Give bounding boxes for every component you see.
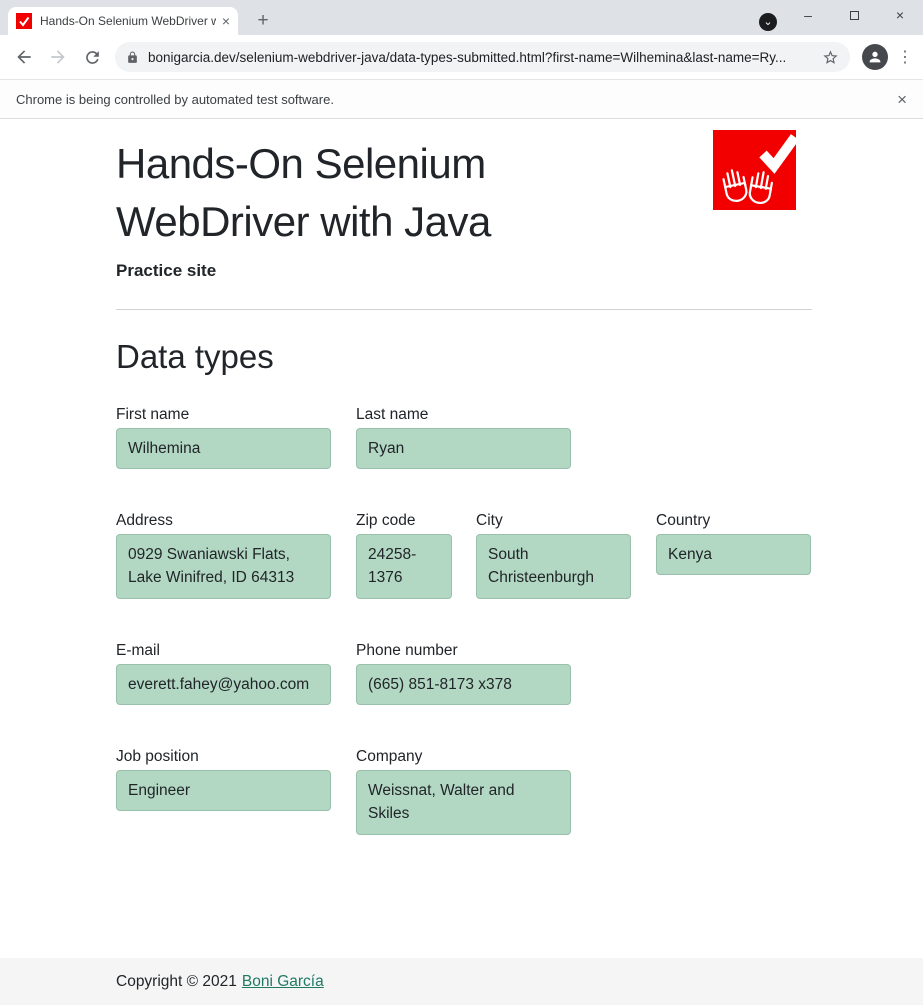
field-group: Zip code 24258-1376 (356, 511, 452, 599)
browser-status-button[interactable]: ⌄ (759, 13, 777, 31)
forward-arrow-icon (48, 47, 68, 67)
chevron-down-icon: ⌄ (763, 17, 772, 28)
browser-tab[interactable]: Hands-On Selenium WebDriver w × (8, 7, 238, 35)
browser-toolbar: bonigarcia.dev/selenium-webdriver-java/d… (0, 35, 923, 79)
field-label: Address (116, 511, 331, 530)
minimize-button[interactable]: – (785, 0, 831, 30)
field-group: Country Kenya (656, 511, 811, 575)
person-icon (867, 49, 883, 65)
city-input[interactable]: South Christeenburgh (476, 534, 631, 599)
back-button[interactable] (10, 43, 38, 71)
star-icon (822, 49, 839, 66)
field-group: Job position Engineer (116, 747, 331, 811)
maximize-icon (850, 11, 859, 20)
tab-favicon-icon (16, 13, 32, 29)
forward-button[interactable] (44, 43, 72, 71)
email-input[interactable]: everett.fahey@yahoo.com (116, 664, 331, 705)
bookmark-star-button[interactable] (822, 49, 839, 66)
field-label: Last name (356, 405, 571, 424)
browser-menu-button[interactable]: ⋮ (894, 47, 916, 67)
copyright-text: Copyright © 2021 (116, 973, 237, 991)
field-group: E-mail everett.fahey@yahoo.com (116, 641, 331, 705)
zip-code-input[interactable]: 24258-1376 (356, 534, 452, 599)
country-input[interactable]: Kenya (656, 534, 811, 575)
field-label: Job position (116, 747, 331, 766)
page-footer: Copyright © 2021 Boni García (0, 958, 923, 1005)
profile-avatar[interactable] (862, 44, 888, 70)
tab-close-button[interactable]: × (222, 14, 230, 28)
subtitle: Practice site (116, 261, 812, 281)
field-group: Last name Ryan (356, 405, 571, 469)
tab-title: Hands-On Selenium WebDriver w (40, 14, 216, 28)
field-group: Address 0929 Swaniawski Flats, Lake Wini… (116, 511, 331, 599)
field-group: City South Christeenburgh (476, 511, 631, 599)
window-close-button[interactable]: × (877, 0, 923, 30)
book-logo-icon (713, 130, 796, 210)
job-position-input[interactable]: Engineer (116, 770, 331, 811)
section-title: Data types (116, 338, 812, 376)
new-tab-button[interactable]: + (250, 8, 276, 34)
field-label: Phone number (356, 641, 571, 660)
browser-window: Hands-On Selenium WebDriver w × + ⌄ – × … (0, 0, 923, 1005)
page-container: Hands-On Selenium WebDriver with Java Pr… (116, 119, 812, 958)
phone-number-input[interactable]: (665) 851-8173 x378 (356, 664, 571, 705)
url-text[interactable]: bonigarcia.dev/selenium-webdriver-java/d… (148, 50, 814, 65)
address-bar[interactable]: bonigarcia.dev/selenium-webdriver-java/d… (115, 42, 850, 72)
field-group: Phone number (665) 851-8173 x378 (356, 641, 571, 705)
field-label: Company (356, 747, 571, 766)
company-input[interactable]: Weissnat, Walter and Skiles (356, 770, 571, 835)
field-label: E-mail (116, 641, 331, 660)
back-arrow-icon (14, 47, 34, 67)
author-link[interactable]: Boni García (242, 973, 324, 991)
field-label: Zip code (356, 511, 452, 530)
field-label: First name (116, 405, 331, 424)
maximize-button[interactable] (831, 0, 877, 30)
field-label: City (476, 511, 631, 530)
divider (116, 309, 812, 310)
reload-icon (83, 48, 102, 67)
field-group: First name Wilhemina (116, 405, 331, 469)
reload-button[interactable] (78, 43, 106, 71)
address-input[interactable]: 0929 Swaniawski Flats, Lake Winifred, ID… (116, 534, 331, 599)
page-content: Hands-On Selenium WebDriver with Java Pr… (0, 119, 923, 958)
padlock-icon (126, 51, 139, 64)
infobar-text: Chrome is being controlled by automated … (16, 92, 334, 107)
tab-strip: Hands-On Selenium WebDriver w × + ⌄ – × (0, 0, 923, 35)
automation-infobar: Chrome is being controlled by automated … (0, 79, 923, 119)
last-name-input[interactable]: Ryan (356, 428, 571, 469)
field-label: Country (656, 511, 811, 530)
first-name-input[interactable]: Wilhemina (116, 428, 331, 469)
infobar-close-button[interactable]: × (897, 91, 907, 108)
field-group: Company Weissnat, Walter and Skiles (356, 747, 571, 835)
page-title: Hands-On Selenium WebDriver with Java (116, 135, 676, 251)
window-controls: – × (785, 0, 923, 30)
